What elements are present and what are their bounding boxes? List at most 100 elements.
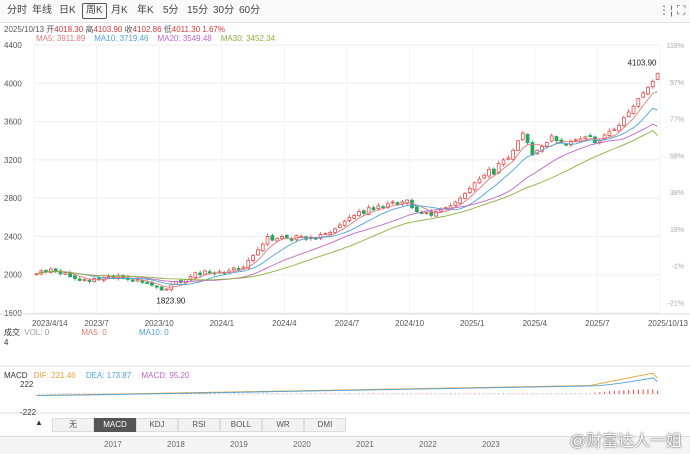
- candle-body: [511, 149, 515, 160]
- candle-body: [280, 236, 284, 239]
- candle-body: [463, 192, 467, 199]
- indicator-tab-6[interactable]: DMI: [304, 418, 346, 432]
- candle-body: [578, 138, 583, 142]
- candle-body: [549, 135, 554, 142]
- candle-body: [198, 272, 202, 276]
- volume-level: 4: [4, 338, 9, 347]
- candle-body: [362, 210, 366, 214]
- candle-body: [77, 278, 82, 281]
- candle-body: [487, 169, 491, 177]
- candle-body: [159, 286, 164, 291]
- candle-body: [506, 157, 511, 160]
- candle-body: [501, 159, 506, 165]
- candle-body: [631, 105, 636, 114]
- indicator-tab-5[interactable]: WR: [262, 418, 304, 432]
- candle-body: [347, 216, 352, 222]
- candle-body: [636, 98, 641, 107]
- candle-body: [588, 135, 593, 137]
- scroll-up-button[interactable]: ▲: [35, 418, 43, 427]
- watermark: @财富达人一姐: [569, 433, 682, 450]
- candle-body: [154, 285, 159, 288]
- candle-body: [357, 211, 361, 217]
- candle-body: [622, 117, 626, 127]
- candle-body: [414, 206, 419, 212]
- candle-body: [439, 209, 443, 212]
- pct-tick: 38%: [670, 190, 684, 197]
- indicator-tab-4[interactable]: BOLL: [220, 418, 262, 432]
- candle-body: [482, 174, 487, 179]
- indicator-tab-2[interactable]: KDJ: [136, 418, 178, 432]
- price-tick: 3600: [4, 118, 22, 127]
- candle-body: [260, 243, 265, 252]
- candle-body: [87, 280, 92, 282]
- pct-tick: 77%: [670, 117, 684, 124]
- pct-tick: -1%: [672, 264, 684, 271]
- x-tick: 2024/10: [395, 319, 424, 328]
- candle-body: [646, 86, 650, 95]
- candle-body: [275, 237, 280, 242]
- volume-legend: 成交 VOL: 0 MA5: 0 MA10: 0 4: [4, 328, 169, 347]
- overview-year: 2021: [356, 440, 374, 449]
- candle-body: [207, 271, 212, 274]
- candle-body: [328, 232, 332, 235]
- price-annotation: 4103.90: [628, 58, 657, 67]
- price-tick: 3200: [4, 156, 22, 165]
- candle-body: [337, 224, 342, 228]
- candle-body: [612, 128, 617, 131]
- candle-body: [626, 111, 631, 118]
- macd-legend: MACD DIF: 221.46 DEA: 173.87 MACD: 95.20…: [4, 371, 190, 417]
- indicator-tab-1[interactable]: MACD: [94, 418, 136, 432]
- candle-body: [525, 133, 530, 144]
- price-annotation: 1823.90: [156, 297, 185, 306]
- kline-chart: 44004000360032002800240020001600118%97%7…: [0, 41, 690, 451]
- candle-body: [641, 92, 645, 98]
- candle-body: [573, 139, 578, 142]
- candle-body: [597, 140, 602, 143]
- candle-body: [352, 214, 357, 219]
- dea-line: [36, 377, 658, 396]
- candle-body: [342, 220, 347, 226]
- overview-year: 2022: [419, 440, 437, 449]
- indicator-tab-0[interactable]: 无: [52, 418, 94, 432]
- candle-body: [106, 276, 111, 279]
- candle-body: [544, 142, 549, 147]
- candle-body: [150, 282, 154, 286]
- candle-body: [424, 212, 429, 214]
- candle-body: [236, 268, 241, 270]
- x-tick: 2025/10/13: [648, 319, 689, 328]
- candle-body: [477, 178, 482, 184]
- macd-ytop: 222: [20, 380, 34, 389]
- price-tick: 2800: [4, 194, 22, 203]
- macd-ybottom: -222: [20, 408, 37, 417]
- candle-body: [617, 125, 621, 132]
- candle-body: [376, 205, 381, 210]
- candle-body: [265, 236, 270, 245]
- candle-body: [135, 279, 140, 282]
- pct-tick: 18%: [670, 227, 684, 234]
- indicator-tab-3[interactable]: RSI: [178, 418, 220, 432]
- candle-body: [73, 275, 77, 279]
- overview-year: 2018: [167, 440, 185, 449]
- candle-body: [241, 266, 246, 269]
- candle-body: [256, 249, 260, 256]
- pct-tick: -21%: [668, 300, 684, 307]
- pct-tick: 97%: [670, 80, 684, 87]
- candle-body: [520, 132, 525, 141]
- candle-body: [650, 80, 655, 88]
- candle-body: [323, 233, 328, 235]
- candle-body: [554, 136, 559, 142]
- price-tick: 4000: [4, 79, 22, 88]
- candle-body: [203, 270, 207, 275]
- candle-body: [49, 268, 53, 274]
- pct-tick: 58%: [670, 153, 684, 160]
- candle-body: [145, 282, 150, 284]
- price-tick: 2000: [4, 271, 22, 280]
- x-tick: 2024/4: [272, 319, 297, 328]
- candle-body: [564, 143, 568, 146]
- price-tick: 2400: [4, 232, 22, 241]
- candle-body: [434, 211, 438, 217]
- candle-body: [188, 276, 193, 280]
- candle-body: [453, 201, 458, 206]
- candle-body: [381, 206, 385, 209]
- candle-body: [467, 188, 472, 193]
